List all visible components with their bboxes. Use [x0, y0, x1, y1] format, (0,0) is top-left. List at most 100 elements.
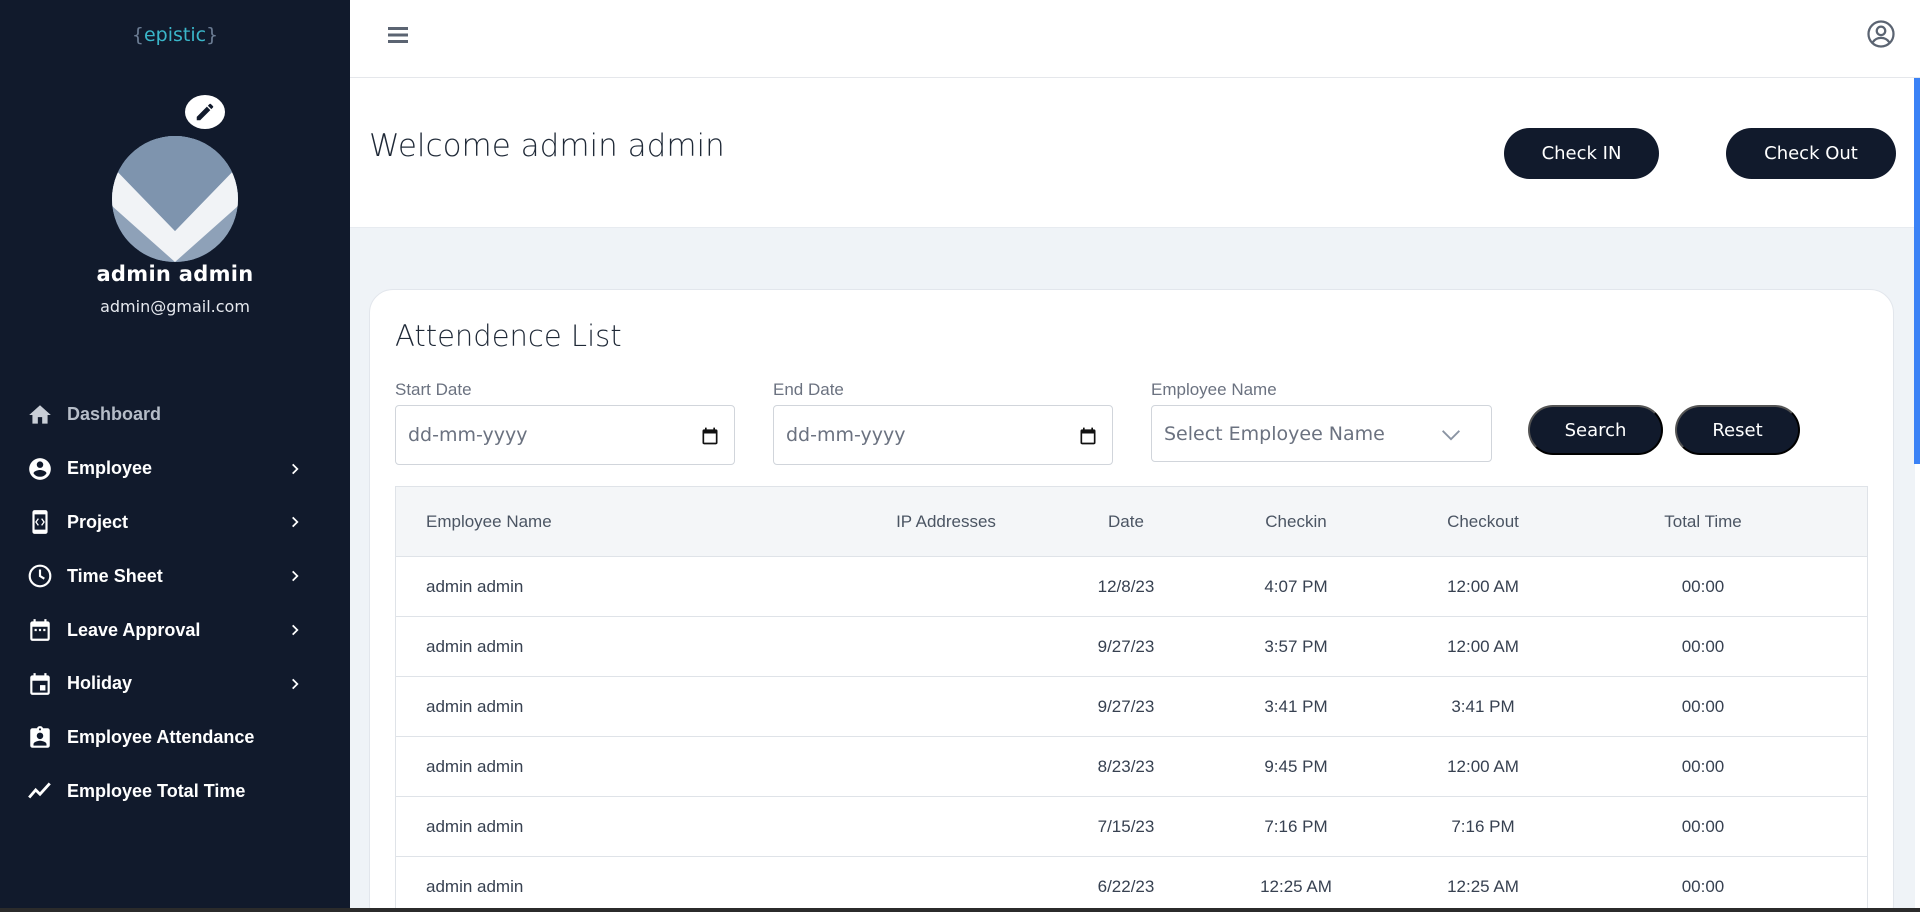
table-row[interactable]: admin admin 9/27/23 3:57 PM 12:00 AM 00:… [396, 617, 1867, 677]
calendar-icon[interactable] [1078, 426, 1098, 446]
cell-employee-name: admin admin [426, 577, 524, 596]
table-row[interactable]: admin admin 12/8/23 4:07 PM 12:00 AM 00:… [396, 557, 1867, 617]
calendar-icon [27, 617, 53, 643]
end-date-input[interactable]: dd-mm-yyyy [773, 405, 1113, 465]
badge-icon [27, 725, 53, 751]
code-phone-icon [27, 509, 53, 535]
cell-total-time: 00:00 [1681, 577, 1725, 596]
column-date: Date [1108, 512, 1144, 531]
menu-icon[interactable] [386, 23, 410, 47]
sidebar-item-employee[interactable]: Employee [0, 442, 350, 496]
cell-checkin: 9:45 PM [1264, 757, 1328, 776]
sidebar-item-label: Leave Approval [67, 619, 201, 640]
chevron-right-icon [292, 463, 299, 474]
table-row[interactable]: admin admin 6/22/23 12:25 AM 12:25 AM 00… [396, 857, 1867, 912]
column-checkout: Checkout [1447, 512, 1519, 531]
search-button[interactable]: Search [1528, 405, 1663, 455]
employee-name-placeholder: Select Employee Name [1164, 422, 1385, 445]
cell-checkout: 3:41 PM [1451, 697, 1515, 716]
window-bottom-edge [0, 908, 1920, 912]
table-row[interactable]: admin admin 7/15/23 7:16 PM 7:16 PM 00:0… [396, 797, 1867, 857]
cell-checkout: 12:25 AM [1447, 877, 1519, 896]
column-ip-addresses: IP Addresses [896, 512, 996, 531]
table-header: Employee Name IP Addresses Date Checkin … [396, 487, 1867, 557]
cell-date: 9/27/23 [1097, 637, 1155, 656]
cell-date: 12/8/23 [1097, 577, 1155, 596]
sidebar-item-project[interactable]: Project [0, 496, 350, 550]
employee-name-label: Employee Name [1151, 380, 1277, 399]
cell-employee-name: admin admin [426, 757, 524, 776]
card-title: Attendence List [395, 319, 622, 353]
avatar [112, 136, 238, 262]
cell-employee-name: admin admin [426, 637, 524, 656]
cell-total-time: 00:00 [1681, 817, 1725, 836]
cell-ip [846, 677, 1046, 737]
scrollbar-thumb[interactable] [1914, 78, 1920, 464]
cell-checkout: 12:00 AM [1447, 577, 1519, 596]
chevron-down-icon [1442, 430, 1460, 441]
sidebar: {epistic} admin admin admin@gmail.com Da… [0, 0, 350, 908]
cell-checkin: 3:41 PM [1264, 697, 1328, 716]
start-date-label: Start Date [395, 380, 472, 399]
sidebar-item-label: Time Sheet [67, 565, 163, 586]
sidebar-item-label: Employee Total Time [67, 780, 246, 801]
sidebar-item-label: Dashboard [67, 404, 162, 425]
cell-total-time: 00:00 [1681, 697, 1725, 716]
sidebar-item-employee-attendance[interactable]: Employee Attendance [0, 711, 350, 765]
edit-profile-button[interactable] [185, 95, 225, 129]
welcome-section: Welcome admin admin Check IN Check Out [350, 78, 1920, 228]
cell-employee-name: admin admin [426, 877, 524, 896]
sidebar-item-dashboard[interactable]: Dashboard [0, 388, 350, 442]
sidebar-item-holiday[interactable]: Holiday [0, 657, 350, 711]
account-circle-icon [27, 456, 53, 482]
sidebar-item-label: Employee [67, 458, 153, 479]
sidebar-item-time-sheet[interactable]: Time Sheet [0, 549, 350, 603]
cell-total-time: 00:00 [1681, 757, 1725, 776]
sidebar-item-label: Holiday [67, 673, 133, 694]
cell-checkin: 4:07 PM [1264, 577, 1328, 596]
sidebar-item-employee-total-time[interactable]: Employee Total Time [0, 765, 350, 819]
check-in-button[interactable]: Check IN [1504, 128, 1659, 179]
table-row[interactable]: admin admin 9/27/23 3:41 PM 3:41 PM 00:0… [396, 677, 1867, 737]
attendance-card: Attendence List Start Date dd-mm-yyyy En… [369, 289, 1894, 912]
column-total-time: Total Time [1664, 512, 1742, 531]
column-employee-name: Employee Name [426, 512, 552, 531]
cell-checkout: 7:16 PM [1451, 817, 1515, 836]
sidebar-item-leave-approval[interactable]: Leave Approval [0, 603, 350, 657]
sidebar-item-label: Project [67, 511, 129, 532]
top-bar [350, 0, 1920, 78]
cell-total-time: 00:00 [1681, 637, 1725, 656]
event-icon [27, 671, 53, 697]
home-icon [27, 402, 53, 428]
chevron-right-icon [292, 624, 299, 636]
trending-icon [27, 778, 53, 804]
user-email: admin@gmail.com [100, 297, 250, 316]
end-date-placeholder: dd-mm-yyyy [786, 424, 906, 446]
account-icon[interactable] [1866, 19, 1896, 49]
start-date-input[interactable]: dd-mm-yyyy [395, 405, 735, 465]
clock-icon [27, 563, 53, 589]
column-checkin: Checkin [1265, 512, 1327, 531]
employee-name-select[interactable]: Select Employee Name [1151, 405, 1492, 462]
chevron-right-icon [292, 678, 299, 690]
cell-employee-name: admin admin [426, 697, 524, 716]
sidebar-item-label: Employee Attendance [67, 727, 255, 748]
chevron-right-icon [292, 570, 299, 582]
cell-ip [846, 797, 1046, 857]
cell-checkin: 12:25 AM [1260, 877, 1332, 896]
cell-ip [846, 737, 1046, 797]
cell-date: 7/15/23 [1097, 817, 1155, 836]
cell-ip [846, 557, 1046, 617]
table-row[interactable]: admin admin 8/23/23 9:45 PM 12:00 AM 00:… [396, 737, 1867, 797]
welcome-title: Welcome admin admin [369, 128, 725, 164]
check-out-button[interactable]: Check Out [1726, 128, 1896, 179]
cell-checkin: 3:57 PM [1264, 637, 1328, 656]
chevron-right-icon [292, 517, 299, 528]
brand-logo[interactable]: {epistic} [0, 24, 350, 46]
cell-checkin: 7:16 PM [1264, 817, 1328, 836]
reset-button[interactable]: Reset [1675, 405, 1800, 455]
cell-checkout: 12:00 AM [1447, 637, 1519, 656]
start-date-placeholder: dd-mm-yyyy [408, 424, 528, 446]
cell-ip [846, 857, 1046, 912]
calendar-icon[interactable] [700, 426, 720, 446]
